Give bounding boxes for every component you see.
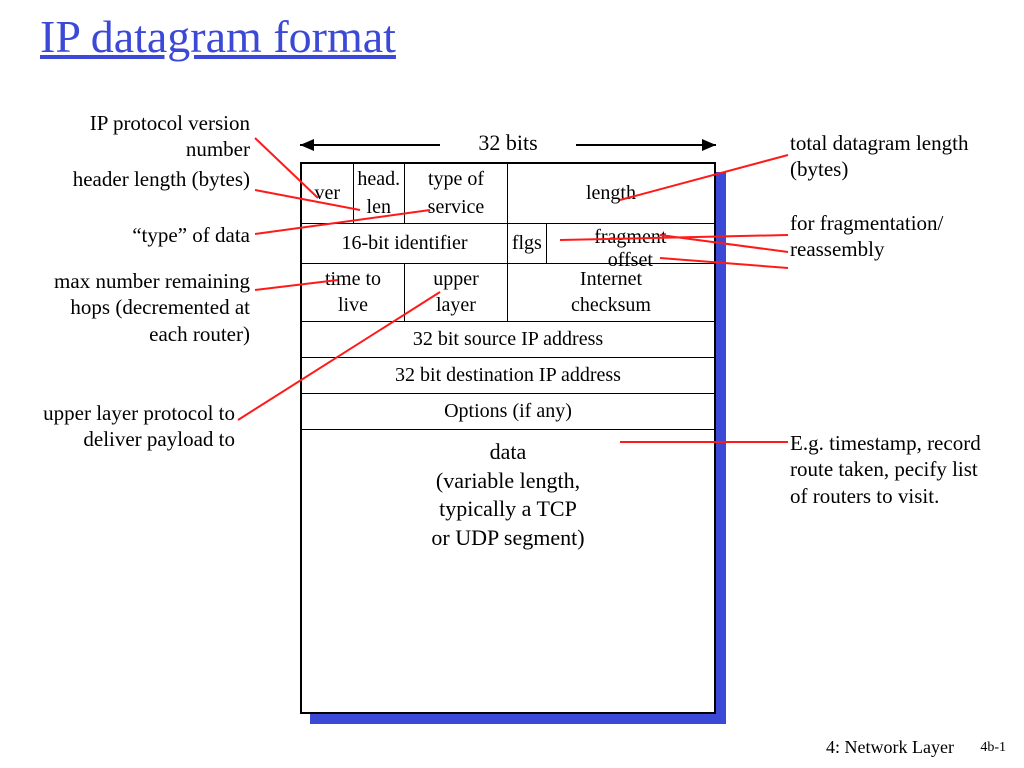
slide-title: IP datagram format [40, 10, 396, 63]
field-tos: type of service [405, 164, 508, 223]
field-length: length [508, 164, 714, 223]
annot-ttl: max number remaining hops (decremented a… [30, 268, 250, 347]
annot-tos: “type” of data [30, 222, 250, 248]
bit-width-ruler: 32 bits [300, 130, 716, 160]
field-data: data (variable length, typically a TCP o… [302, 430, 714, 552]
annot-version: IP protocol version number [30, 110, 250, 163]
field-checksum: Internet checksum [508, 264, 714, 321]
annot-fragmentation: for fragmentation/ reassembly [790, 210, 1000, 263]
annot-options: E.g. timestamp, record route taken, peci… [790, 430, 1000, 509]
field-upper-layer: upper layer [405, 264, 508, 321]
field-src-ip: 32 bit source IP address [302, 322, 714, 357]
field-header-length: head. len [354, 164, 406, 223]
field-options: Options (if any) [302, 394, 714, 429]
field-identifier: 16-bit identifier [302, 224, 508, 263]
field-version: ver [302, 164, 354, 223]
annot-length: total datagram length (bytes) [790, 130, 990, 183]
footer-page: 4b-1 [980, 740, 1006, 756]
field-flags: flgs [508, 224, 547, 263]
field-dst-ip: 32 bit destination IP address [302, 358, 714, 393]
field-ttl: time to live [302, 264, 405, 321]
ruler-label: 32 bits [300, 130, 716, 156]
footer-section: 4: Network Layer [826, 737, 954, 758]
field-fragment-offset: fragment offset [547, 224, 714, 263]
ip-datagram: ver head. len type of service length 16-… [300, 162, 716, 714]
annot-upper-layer: upper layer protocol to deliver payload … [10, 400, 235, 453]
annot-header-length: header length (bytes) [30, 166, 250, 192]
